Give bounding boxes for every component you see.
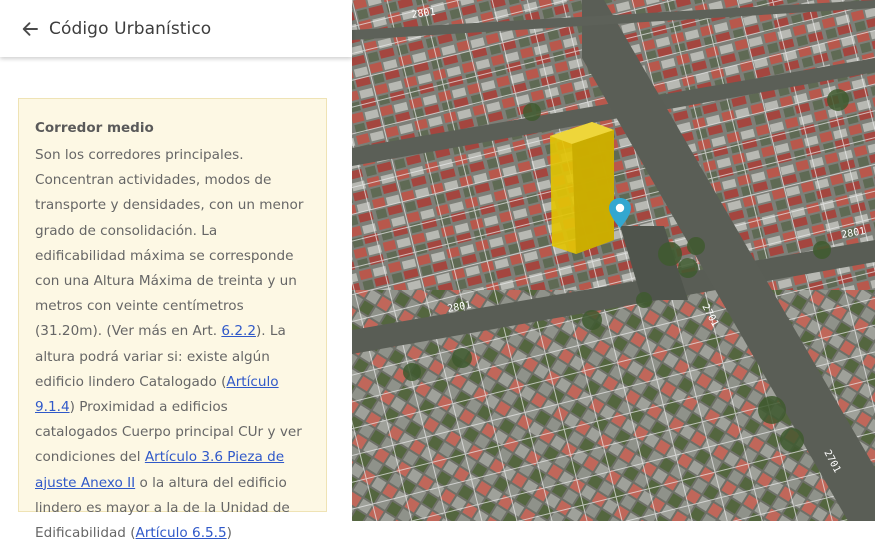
card-title: Corredor medio (35, 120, 154, 136)
zoning-info-card: Corredor medio Son los corredores princi… (18, 98, 327, 541)
highlighted-building[interactable] (550, 122, 614, 254)
map-bottom-margin (352, 521, 875, 541)
map-3d-view[interactable]: 2801 2801 2801 2701 2701 (352, 0, 875, 521)
side-panel: Código Urbanístico Corredor medio Son lo… (0, 0, 352, 541)
description-text: Son los corredores principales. Concentr… (35, 147, 304, 340)
description-text: ) (226, 525, 232, 541)
back-button[interactable] (20, 19, 40, 39)
page-title: Código Urbanístico (49, 18, 212, 39)
article-link-6-5-5[interactable]: Artículo 6.5.5 (136, 525, 227, 541)
article-link-6-2-2[interactable]: 6.2.2 (221, 323, 256, 339)
panel-header: Código Urbanístico (0, 0, 352, 57)
panel-content[interactable]: Corredor medio Son los corredores princi… (0, 57, 352, 541)
arrow-left-icon (22, 21, 38, 36)
card-description: Son los corredores principales. Concentr… (35, 143, 310, 541)
aerial-map: 2801 2801 2801 2701 2701 (352, 0, 875, 521)
